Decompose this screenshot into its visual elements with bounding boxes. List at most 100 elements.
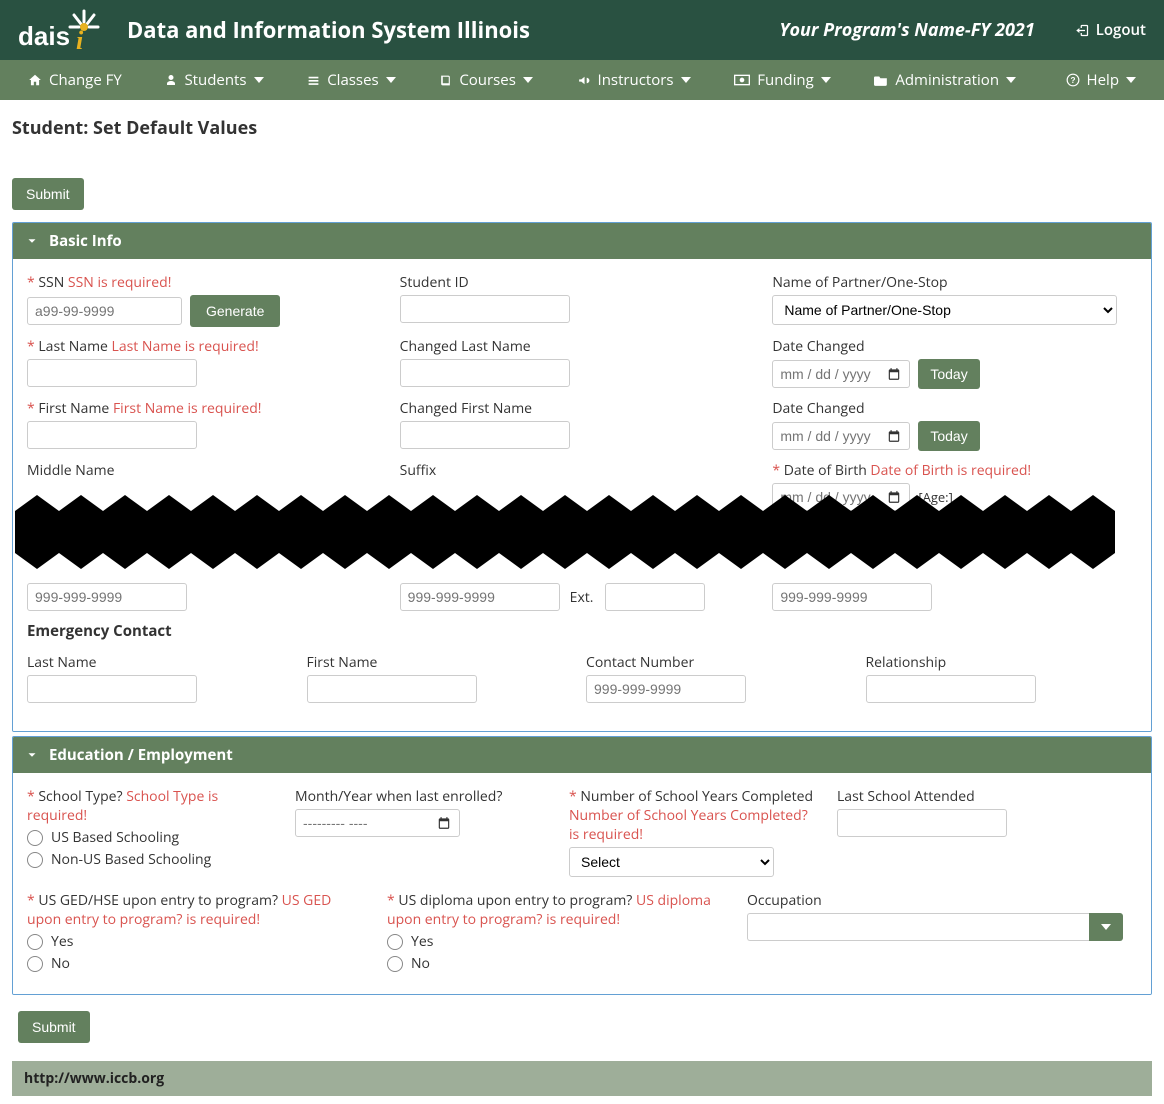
radio-label: Non-US Based Schooling	[51, 850, 211, 869]
ec-contact-input[interactable]	[586, 675, 746, 703]
radio-icon	[387, 934, 403, 950]
ec-relationship-label: Relationship	[866, 653, 1128, 672]
partner-select[interactable]: Name of Partner/One-Stop	[772, 295, 1117, 325]
daisi-logo-icon: dais i	[18, 7, 102, 53]
list-icon	[307, 74, 320, 87]
radio-ged-yes[interactable]: Yes	[27, 932, 367, 951]
date-changed-label-2: Date Changed	[772, 399, 1127, 418]
first-name-label: * First Name First Name is required!	[27, 399, 382, 418]
month-year-label: Month/Year when last enrolled?	[295, 787, 549, 806]
date-changed-input-1[interactable]	[772, 360, 910, 388]
student-id-input[interactable]	[400, 295, 570, 323]
radio-icon	[387, 956, 403, 972]
caret-down-icon	[681, 77, 691, 83]
nav-label: Help	[1087, 70, 1119, 90]
years-select[interactable]: Select	[569, 847, 774, 877]
main-nav: Change FY Students Classes Courses Instr…	[0, 60, 1164, 100]
radio-label: Yes	[51, 932, 73, 951]
svg-text:dais: dais	[18, 21, 70, 51]
last-school-input[interactable]	[837, 809, 1007, 837]
occupation-input[interactable]	[747, 913, 1089, 941]
chevron-down-icon	[25, 234, 39, 248]
panel-header-education[interactable]: Education / Employment	[13, 737, 1151, 773]
nav-administration[interactable]: Administration	[858, 60, 1032, 100]
ssn-label: * SSN SSN is required!	[27, 273, 382, 292]
first-name-input[interactable]	[27, 421, 197, 449]
radio-diploma-yes[interactable]: Yes	[387, 932, 727, 951]
logout-label: Logout	[1096, 20, 1146, 40]
dob-label: * Date of Birth Date of Birth is require…	[772, 461, 1127, 480]
phone-input-2[interactable]	[400, 583, 560, 611]
caret-down-icon	[1126, 77, 1136, 83]
caret-down-icon	[254, 77, 264, 83]
ec-contact-label: Contact Number	[586, 653, 848, 672]
logout-link[interactable]: Logout	[1075, 20, 1146, 40]
nav-funding[interactable]: Funding	[718, 60, 846, 100]
nav-courses[interactable]: Courses	[423, 60, 549, 100]
home-icon	[28, 73, 42, 87]
radio-label: Yes	[411, 932, 433, 951]
phone-input-1[interactable]	[27, 583, 187, 611]
generate-button[interactable]: Generate	[190, 295, 280, 327]
nav-label: Change FY	[49, 70, 122, 90]
occupation-dropdown-button[interactable]	[1089, 913, 1123, 941]
nav-change-fy[interactable]: Change FY	[12, 60, 138, 100]
ec-first-input[interactable]	[307, 675, 477, 703]
money-icon	[734, 74, 750, 86]
caret-down-icon	[1101, 924, 1111, 930]
brand-title: Data and Information System Illinois	[127, 15, 530, 45]
school-type-label: * School Type? School Type is required!	[27, 787, 275, 825]
changed-first-label: Changed First Name	[400, 399, 755, 418]
nav-classes[interactable]: Classes	[291, 60, 411, 100]
ext-input[interactable]	[605, 583, 705, 611]
submit-button[interactable]: Submit	[12, 178, 84, 210]
radio-icon	[27, 934, 43, 950]
ec-last-label: Last Name	[27, 653, 289, 672]
radio-school-us[interactable]: US Based Schooling	[27, 828, 275, 847]
today-button-2[interactable]: Today	[918, 421, 979, 451]
ext-label: Ext.	[570, 588, 594, 607]
diploma-label: * US diploma upon entry to program? US d…	[387, 891, 727, 929]
suffix-label: Suffix	[400, 461, 755, 480]
today-button-1[interactable]: Today	[918, 359, 979, 389]
ec-last-input[interactable]	[27, 675, 197, 703]
radio-ged-no[interactable]: No	[27, 954, 367, 973]
month-year-input[interactable]	[295, 809, 460, 837]
panel-education: Education / Employment * School Type? Sc…	[12, 736, 1152, 995]
caret-down-icon	[1006, 77, 1016, 83]
caret-down-icon	[523, 77, 533, 83]
date-changed-input-2[interactable]	[772, 422, 910, 450]
ssn-input[interactable]	[27, 297, 182, 325]
svg-text:i: i	[76, 26, 84, 53]
nav-label: Students	[184, 70, 246, 90]
nav-instructors[interactable]: Instructors	[561, 60, 707, 100]
radio-label: US Based Schooling	[51, 828, 179, 847]
student-id-label: Student ID	[400, 273, 755, 292]
nav-label: Classes	[327, 70, 378, 90]
changed-first-input[interactable]	[400, 421, 570, 449]
emergency-contact-title: Emergency Contact	[27, 621, 1137, 641]
radio-diploma-no[interactable]: No	[387, 954, 727, 973]
radio-icon	[27, 956, 43, 972]
book-icon	[439, 74, 452, 87]
footer-url[interactable]: http://www.iccb.org	[24, 1069, 164, 1088]
ged-label: * US GED/HSE upon entry to program? US G…	[27, 891, 367, 929]
ec-relationship-input[interactable]	[866, 675, 1036, 703]
phone-input-3[interactable]	[772, 583, 932, 611]
nav-label: Courses	[459, 70, 516, 90]
last-name-input[interactable]	[27, 359, 197, 387]
ec-first-label: First Name	[307, 653, 569, 672]
nav-students[interactable]: Students	[149, 60, 279, 100]
panel-header-basic[interactable]: Basic Info	[13, 223, 1151, 259]
caret-down-icon	[386, 77, 396, 83]
nav-help[interactable]: ? Help	[1050, 60, 1152, 100]
submit-button-bottom[interactable]: Submit	[18, 1011, 90, 1043]
last-name-label: * Last Name Last Name is required!	[27, 337, 382, 356]
logo-group: dais i	[18, 7, 102, 53]
app-header: dais i Data and Information System Illin…	[0, 0, 1164, 60]
occupation-label: Occupation	[747, 891, 1123, 910]
radio-school-nonus[interactable]: Non-US Based Schooling	[27, 850, 275, 869]
radio-label: No	[51, 954, 70, 973]
bullhorn-icon	[577, 74, 591, 87]
changed-last-input[interactable]	[400, 359, 570, 387]
